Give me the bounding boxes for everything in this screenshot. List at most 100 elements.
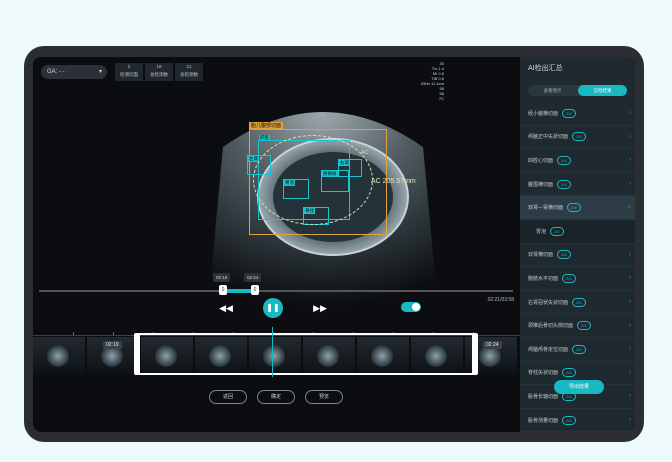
plane-badge: 2/4 [557,179,571,189]
pause-icon[interactable]: ❚❚ [263,298,283,318]
plane-badge: 2/4 [557,250,571,260]
chevron-right-icon: › [629,346,631,353]
chevron-down-icon: ˅ [627,204,631,211]
ultrasound-viewer: GA: - - ▾ 2 检测切面 18 总检测数 21 总检测数 30 TIs … [33,57,520,432]
range-handle-left[interactable]: 0 [219,285,227,295]
plane-badge: 2/4 [550,226,564,236]
stat-card: 18 总检测数 [145,63,173,81]
plane-badge: 2/4 [572,344,586,354]
plane-subitem[interactable]: 胃泡 2/4 [520,219,635,244]
plane-label: 股骨长轴切面 [528,393,559,400]
action-bar: 返回 确定 预览 [33,390,520,406]
ac-measurement: AC 205.57mm [371,178,416,185]
frame-thumbnail[interactable] [33,337,85,375]
plane-badge: 2/4 [572,132,586,142]
time-chip-right: 02:24 [244,273,262,282]
clip-end-time: 02:24 [483,341,502,349]
plane-item[interactable]: 双肾横切面 2/4 › [520,244,635,268]
time-chip-left: 02:19 [213,273,231,282]
stat-card: 2 检测切面 [115,63,143,81]
chevron-right-icon: › [629,251,631,258]
plane-item[interactable]: 股骨测量切面 2/4 › [520,409,635,432]
plane-item[interactable]: 颅脑颅骨定位切面 2/4 › [520,338,635,362]
playback-controls: 02:19 02:24 0 0 02:21/03:58 ◀◀ ❚❚ ▶▶ [33,272,520,327]
plane-badge: 2/4 [562,108,576,118]
plane-badge: 2/4 [577,321,591,331]
stat-card: 21 总检测数 [175,63,203,81]
plane-label: 股骨测量切面 [528,417,559,424]
plane-item[interactable]: 颅脑正中矢状切面 2/4 › [520,126,635,150]
clip-selection[interactable] [137,333,475,375]
plane-badge: 2/4 [562,368,576,378]
chevron-down-icon: ▾ [98,69,102,75]
chevron-right-icon: › [629,322,631,329]
stat-value: 18 [156,64,162,69]
clip-handle-right[interactable] [472,333,478,375]
stat-label: 总检测数 [150,72,168,77]
playhead[interactable] [272,327,273,377]
stat-value: 2 [127,64,131,69]
label-liver: 肝脏 [259,135,270,141]
confirm-button[interactable]: 确定 [257,390,295,404]
plane-item[interactable]: 右肾冠状矢状切面 2/4 › [520,291,635,315]
ai-summary-sidebar: AI检出汇总 查看图示 已检结果 经小脑横切面 2/4 › 颅脑正中矢状切面 2/4 ›… [520,57,635,432]
tab-view-diagram[interactable]: 查看图示 [528,85,577,96]
plane-label: 颅脑正中矢状切面 [528,134,569,141]
chevron-right-icon: › [629,275,631,282]
plane-label: 颅脑颅骨定位切面 [528,346,569,353]
overlay-title: 胎儿腹部切面 [249,122,284,130]
plane-badge: 2/4 [572,297,586,307]
app-screen: GA: - - ▾ 2 检测切面 18 总检测数 21 总检测数 30 TIs … [33,57,635,432]
clip-start-time: 02:19 [103,341,122,349]
plane-label: 右肾冠状矢状切面 [528,299,569,306]
back-button[interactable]: 返回 [209,390,247,404]
plane-label: 颈椎后骨切头侧切面 [528,323,574,330]
ga-dropdown[interactable]: GA: - - ▾ [41,65,107,79]
plane-item[interactable]: 四腔心切面 2/4 › [520,149,635,173]
progress-track[interactable] [39,290,513,292]
sidebar-tabs: 查看图示 已检结果 [528,85,627,96]
plane-label: 经小脑横切面 [528,110,559,117]
chevron-right-icon: › [629,157,631,164]
stat-label: 总检测数 [180,72,198,77]
skip-back-icon[interactable]: ◀◀ [219,301,233,315]
chevron-right-icon: › [629,110,631,117]
plane-label: 膀胱水平切面 [528,275,559,282]
plane-item[interactable]: 经小脑横切面 2/4 › [520,102,635,126]
range-handle-right[interactable]: 0 [251,285,259,295]
plane-badge: 2/4 [567,203,581,213]
plane-badge: 2/4 [562,415,576,425]
plane-item[interactable]: 颈椎后骨切头侧切面 2/4 › [520,314,635,338]
skip-forward-icon[interactable]: ▶▶ [313,301,327,315]
plane-label: 胃泡 [536,228,547,235]
plane-item[interactable]: 腹围横切面 2/4 › [520,173,635,197]
plane-badge: 2/4 [562,273,576,283]
stats-group: 2 检测切面 18 总检测数 21 总检测数 [115,63,203,81]
clip-handle-left[interactable] [134,333,140,375]
chevron-right-icon: › [629,181,631,188]
chevron-right-icon: › [629,299,631,306]
preview-button[interactable]: 预览 [305,390,343,404]
tab-results[interactable]: 已检结果 [578,85,627,96]
chevron-right-icon: › [629,369,631,376]
plane-label: 四腔心切面 [528,157,554,164]
export-button[interactable]: 导出结果 [554,380,604,394]
chevron-right-icon: › [629,133,631,140]
plane-badge: 2/4 [557,155,571,165]
sidebar-title: AI检出汇总 [528,65,563,72]
ruler-tick [73,332,74,335]
plane-item[interactable]: 膀胱水平切面 2/4 › [520,267,635,291]
current-total-time: 02:21/03:58 [487,297,514,303]
ac-ellipse [253,135,373,225]
plane-label: 双肾横切面 [528,252,554,259]
plane-item-active[interactable]: 双肾—肾横切面 2/4 ˅ [520,196,635,220]
ruler-tick [113,332,114,335]
stat-label: 检测切面 [120,72,138,77]
ga-label: GA: - - [47,69,65,75]
overlay-toggle[interactable] [401,302,421,312]
chevron-right-icon: › [629,417,631,424]
plane-label: 双肾—肾横切面 [528,205,564,212]
chevron-right-icon: › [629,393,631,400]
timeline: 02:19 02:24 [33,327,520,382]
plane-label: 腹围横切面 [528,181,554,188]
